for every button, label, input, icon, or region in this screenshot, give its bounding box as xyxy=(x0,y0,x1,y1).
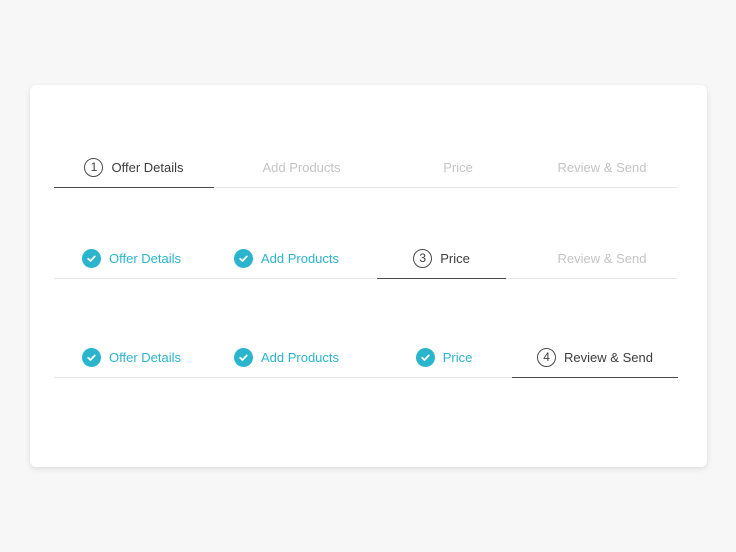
check-circle-icon xyxy=(415,347,435,367)
step-price[interactable]: Price xyxy=(389,337,499,377)
step-label: Price xyxy=(442,349,473,365)
step-review-send[interactable]: Review & Send xyxy=(527,147,677,187)
step-review-send[interactable]: 4 Review & Send xyxy=(512,337,678,378)
step-offer-details[interactable]: Offer Details xyxy=(54,337,209,377)
stepper-1: 1 Offer Details Add Products Price Revie… xyxy=(54,147,677,188)
stepper-3: Offer Details Add Products Price 4 Revie… xyxy=(54,337,678,378)
step-review-send[interactable]: Review & Send xyxy=(527,238,677,278)
step-price[interactable]: Price xyxy=(389,147,527,187)
stepper-card: 1 Offer Details Add Products Price Revie… xyxy=(30,85,707,467)
step-label: Price xyxy=(440,250,470,266)
check-circle-icon xyxy=(81,347,101,367)
step-price[interactable]: 3 Price xyxy=(377,238,506,279)
step-offer-details[interactable]: 1 Offer Details xyxy=(54,147,214,188)
check-circle-icon xyxy=(233,248,253,268)
step-offer-details[interactable]: Offer Details xyxy=(54,238,209,278)
step-number-icon: 3 xyxy=(413,248,433,268)
check-circle-icon xyxy=(81,248,101,268)
step-label: Review & Send xyxy=(557,250,647,266)
check-circle-icon xyxy=(233,347,253,367)
step-label: Review & Send xyxy=(557,159,647,175)
step-label: Review & Send xyxy=(564,349,653,365)
step-number-icon: 4 xyxy=(537,347,557,367)
step-add-products[interactable]: Add Products xyxy=(209,337,364,377)
step-label: Add Products xyxy=(260,349,340,365)
step-label: Add Products xyxy=(262,159,341,175)
step-label: Add Products xyxy=(260,250,340,266)
step-label: Offer Details xyxy=(108,250,181,266)
stepper-2: Offer Details Add Products 3 Price Revie… xyxy=(54,238,677,279)
step-label: Offer Details xyxy=(108,349,181,365)
step-add-products[interactable]: Add Products xyxy=(209,238,364,278)
step-label: Price xyxy=(443,159,473,175)
step-add-products[interactable]: Add Products xyxy=(214,147,389,187)
step-number-icon: 1 xyxy=(84,157,104,177)
step-label: Offer Details xyxy=(111,159,184,175)
